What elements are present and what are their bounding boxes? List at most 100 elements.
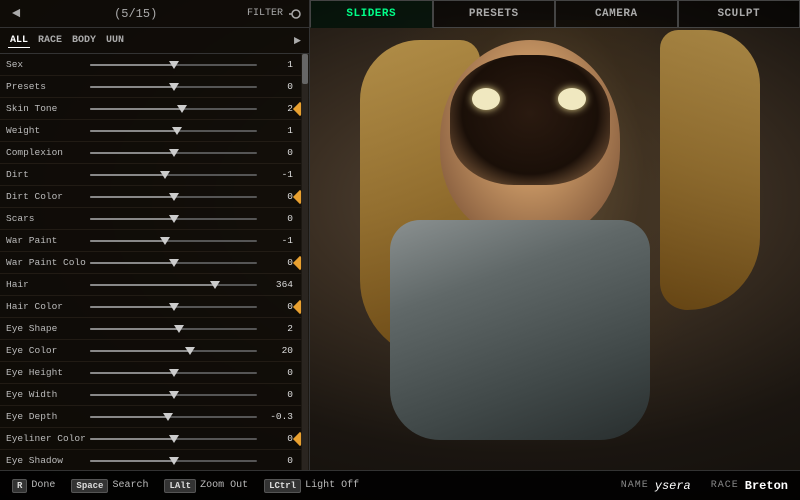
- slider-track-container[interactable]: [90, 102, 257, 116]
- slider-fill: [90, 306, 174, 308]
- slider-label: Hair Color: [6, 301, 86, 312]
- cat-tab-all[interactable]: ALL: [8, 34, 30, 48]
- category-tabs: ALL RACE BODY UUN ►: [0, 28, 309, 54]
- slider-track-container[interactable]: [90, 58, 257, 72]
- slider-fill: [90, 86, 174, 88]
- category-right-arrow[interactable]: ►: [294, 34, 301, 48]
- tab-sliders[interactable]: Sliders: [310, 0, 433, 28]
- slider-track-container[interactable]: [90, 256, 257, 270]
- slider-fill: [90, 372, 174, 374]
- slider-thumb[interactable]: [163, 413, 173, 421]
- scrollbar-track: [302, 54, 308, 470]
- key-lctrl: LCtrl: [264, 479, 301, 493]
- slider-row: Eye Color20: [0, 340, 309, 362]
- slider-value: 0: [261, 301, 293, 312]
- slider-thumb[interactable]: [169, 391, 179, 399]
- hint-zoom: LAlt Zoom Out: [164, 479, 248, 493]
- slider-thumb[interactable]: [169, 435, 179, 443]
- slider-thumb[interactable]: [160, 237, 170, 245]
- slider-track-container[interactable]: [90, 300, 257, 314]
- slider-fill: [90, 174, 165, 176]
- slider-label: Dirt Color: [6, 191, 86, 202]
- slider-label: Eye Height: [6, 367, 86, 378]
- hint-search-text: Search: [112, 480, 148, 491]
- slider-track: [90, 306, 257, 308]
- slider-row: Eye Shape2: [0, 318, 309, 340]
- slider-thumb[interactable]: [169, 83, 179, 91]
- slider-thumb[interactable]: [174, 325, 184, 333]
- tab-sculpt[interactable]: Sculpt: [678, 0, 800, 28]
- slider-track: [90, 372, 257, 374]
- slider-track-container[interactable]: [90, 124, 257, 138]
- slider-fill: [90, 416, 168, 418]
- slider-track-container[interactable]: [90, 278, 257, 292]
- slider-track-container[interactable]: [90, 234, 257, 248]
- slider-track: [90, 328, 257, 330]
- slider-fill: [90, 108, 182, 110]
- slider-thumb[interactable]: [169, 193, 179, 201]
- character-name-field: NAME ysera: [621, 479, 691, 493]
- character-hair-right: [660, 30, 760, 310]
- cat-tab-race[interactable]: RACE: [36, 34, 64, 47]
- slider-label: Eyeliner Color: [6, 433, 86, 444]
- slider-fill: [90, 218, 174, 220]
- slider-track-container[interactable]: [90, 146, 257, 160]
- race-label: RACE: [711, 480, 739, 491]
- slider-track-container[interactable]: [90, 366, 257, 380]
- slider-track: [90, 64, 257, 66]
- name-label: NAME: [621, 480, 649, 491]
- scrollbar-thumb[interactable]: [302, 54, 308, 84]
- slider-value: 0: [261, 213, 293, 224]
- slider-track-container[interactable]: [90, 322, 257, 336]
- cat-tab-uun[interactable]: UUN: [104, 34, 126, 47]
- tab-camera[interactable]: Camera: [555, 0, 678, 28]
- slider-value: 2: [261, 103, 293, 114]
- slider-value: 0: [261, 433, 293, 444]
- slider-track: [90, 108, 257, 110]
- slider-thumb[interactable]: [177, 105, 187, 113]
- slider-track-container[interactable]: [90, 410, 257, 424]
- slider-track-container[interactable]: [90, 454, 257, 468]
- prev-arrow[interactable]: ◄: [8, 6, 24, 22]
- slider-track-container[interactable]: [90, 190, 257, 204]
- slider-track-container[interactable]: [90, 80, 257, 94]
- slider-thumb[interactable]: [169, 149, 179, 157]
- filter-label[interactable]: FILTER: [247, 8, 283, 19]
- slider-track-container[interactable]: [90, 432, 257, 446]
- slider-thumb[interactable]: [169, 369, 179, 377]
- slider-value: 364: [261, 279, 293, 290]
- hint-done: R Done: [12, 479, 55, 493]
- hint-light-text: Light Off: [305, 480, 359, 491]
- bottom-right-info: NAME ysera RACE Breton: [621, 479, 788, 493]
- slider-label: Skin Tone: [6, 103, 86, 114]
- slider-fill: [90, 350, 190, 352]
- slider-thumb[interactable]: [169, 259, 179, 267]
- slider-row: Sex1: [0, 54, 309, 76]
- slider-row: Scars0: [0, 208, 309, 230]
- slider-track-container[interactable]: [90, 344, 257, 358]
- slider-track: [90, 130, 257, 132]
- slider-track-container[interactable]: [90, 388, 257, 402]
- slider-thumb[interactable]: [185, 347, 195, 355]
- slider-row: Eyeliner Color 0: [0, 428, 309, 450]
- slider-value: 0: [261, 191, 293, 202]
- cat-tab-body[interactable]: BODY: [70, 34, 98, 47]
- slider-thumb[interactable]: [172, 127, 182, 135]
- slider-thumb[interactable]: [160, 171, 170, 179]
- slider-thumb[interactable]: [210, 281, 220, 289]
- filter-icon[interactable]: [287, 7, 301, 21]
- tab-presets[interactable]: Presets: [433, 0, 556, 28]
- slider-thumb[interactable]: [169, 61, 179, 69]
- slider-thumb[interactable]: [169, 303, 179, 311]
- slider-track-container[interactable]: [90, 168, 257, 182]
- slider-row: War Paint-1: [0, 230, 309, 252]
- slider-track: [90, 196, 257, 198]
- slider-fill: [90, 64, 174, 66]
- slider-thumb[interactable]: [169, 215, 179, 223]
- scrollbar[interactable]: [301, 54, 309, 470]
- slider-row: Complexion0: [0, 142, 309, 164]
- slider-label: Eye Shape: [6, 323, 86, 334]
- slider-label: Eye Color: [6, 345, 86, 356]
- slider-track-container[interactable]: [90, 212, 257, 226]
- slider-thumb[interactable]: [169, 457, 179, 465]
